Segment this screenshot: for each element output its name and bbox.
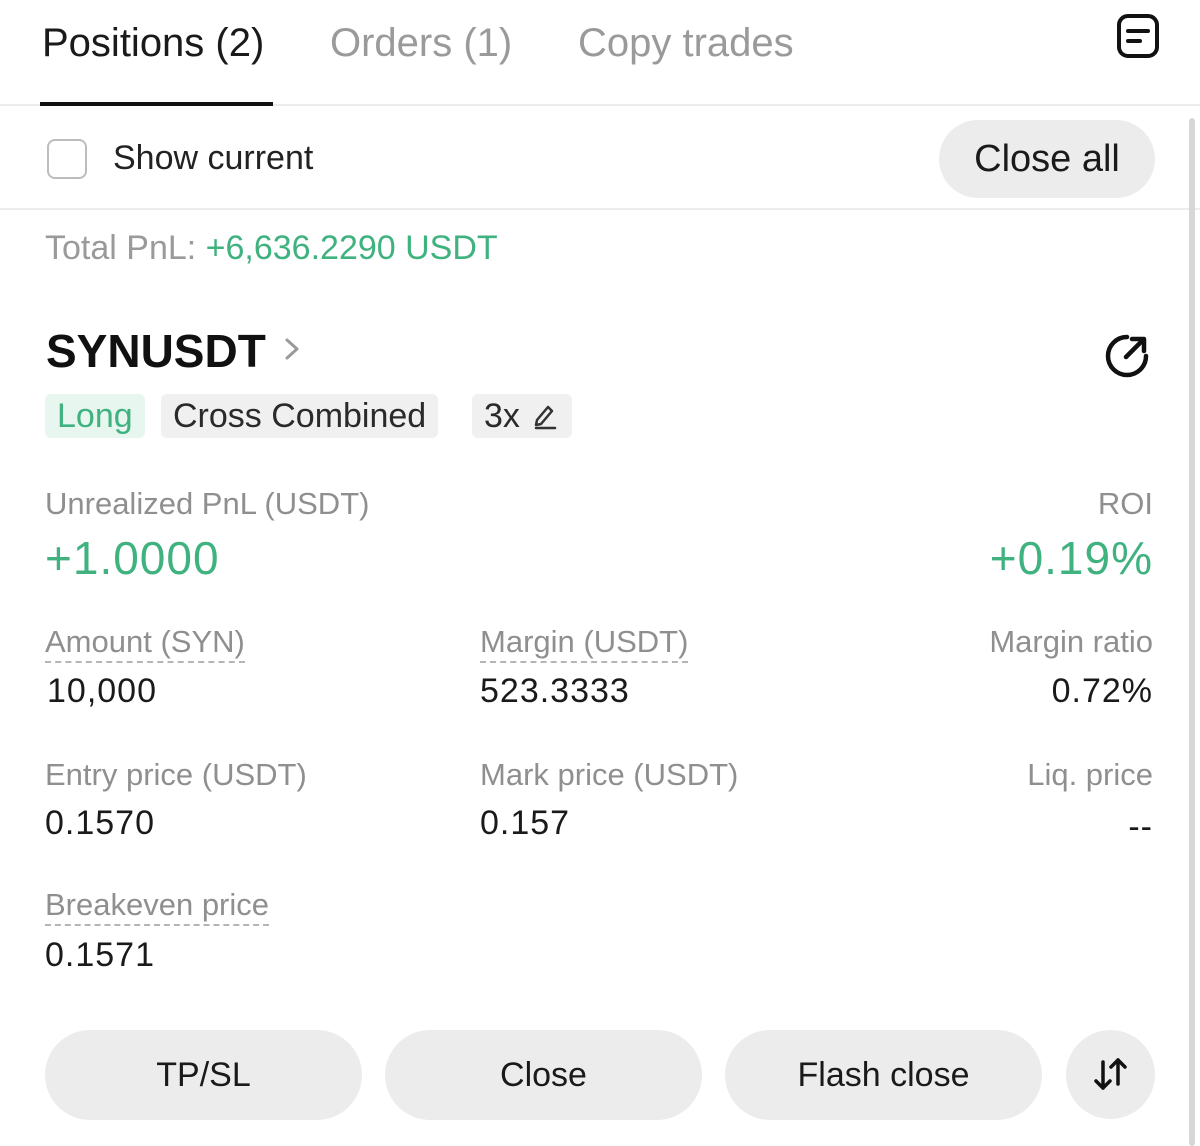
share-icon[interactable] [1102,331,1152,381]
total-pnl-value: +6,636.2290 USDT [205,229,498,267]
roi-value: +0.19% [989,532,1153,584]
margin-label[interactable]: Margin (USDT) [480,624,689,663]
breakeven-price-value: 0.1571 [45,936,155,974]
total-pnl: Total PnL: +6,636.2290 USDT [45,228,498,268]
swap-vertical-icon [1094,1058,1127,1090]
mark-price-value: 0.157 [480,804,571,842]
liq-price-label: Liq. price [1027,757,1153,792]
document-list-icon[interactable] [1114,12,1162,60]
show-current-label[interactable]: Show current [113,138,313,178]
tab-copy-trades[interactable]: Copy trades [578,20,794,66]
amount-label[interactable]: Amount (SYN) [45,624,245,663]
tab-positions[interactable]: Positions (2) [42,20,264,66]
breakeven-price-label[interactable]: Breakeven price [45,887,270,926]
entry-price-value: 0.1570 [45,804,155,842]
mark-price-label: Mark price (USDT) [480,757,739,792]
tab-orders[interactable]: Orders (1) [330,20,512,66]
total-pnl-label: Total PnL: [45,229,206,267]
reverse-position-button[interactable] [1066,1030,1155,1119]
leverage-badge[interactable]: 3x [472,394,572,438]
chevron-right-icon[interactable] [280,334,304,364]
unrealized-pnl-value: +1.0000 [45,532,220,584]
margin-value: 523.3333 [480,672,630,710]
flash-close-button[interactable]: Flash close [725,1030,1042,1120]
scrollbar-thumb[interactable] [1189,118,1195,1146]
position-symbol[interactable]: SYNUSDT [46,325,266,377]
close-position-button[interactable]: Close [385,1030,702,1120]
positions-panel: Positions (2) Orders (1) Copy trades Sho… [0,0,1200,1146]
leverage-value: 3x [484,397,520,435]
margin-mode-badge: Cross Combined [161,394,439,438]
roi-label: ROI [1097,486,1153,521]
tab-bar: Positions (2) Orders (1) Copy trades [0,0,1200,106]
active-tab-indicator [40,102,273,106]
unrealized-pnl-label: Unrealized PnL (USDT) [45,486,370,521]
filter-row: Show current Close all [0,108,1200,210]
side-badge: Long [45,394,145,438]
liq-price-value: -- [1128,808,1153,846]
pencil-icon[interactable] [532,402,558,430]
margin-ratio-value: 0.72% [1051,672,1153,710]
scrollbar[interactable] [1186,118,1200,1146]
tpsl-button[interactable]: TP/SL [45,1030,362,1120]
show-current-checkbox[interactable] [47,139,87,179]
close-all-button[interactable]: Close all [939,120,1155,198]
margin-ratio-label: Margin ratio [989,624,1153,659]
entry-price-label: Entry price (USDT) [45,757,307,792]
amount-value: 10,000 [47,672,157,710]
